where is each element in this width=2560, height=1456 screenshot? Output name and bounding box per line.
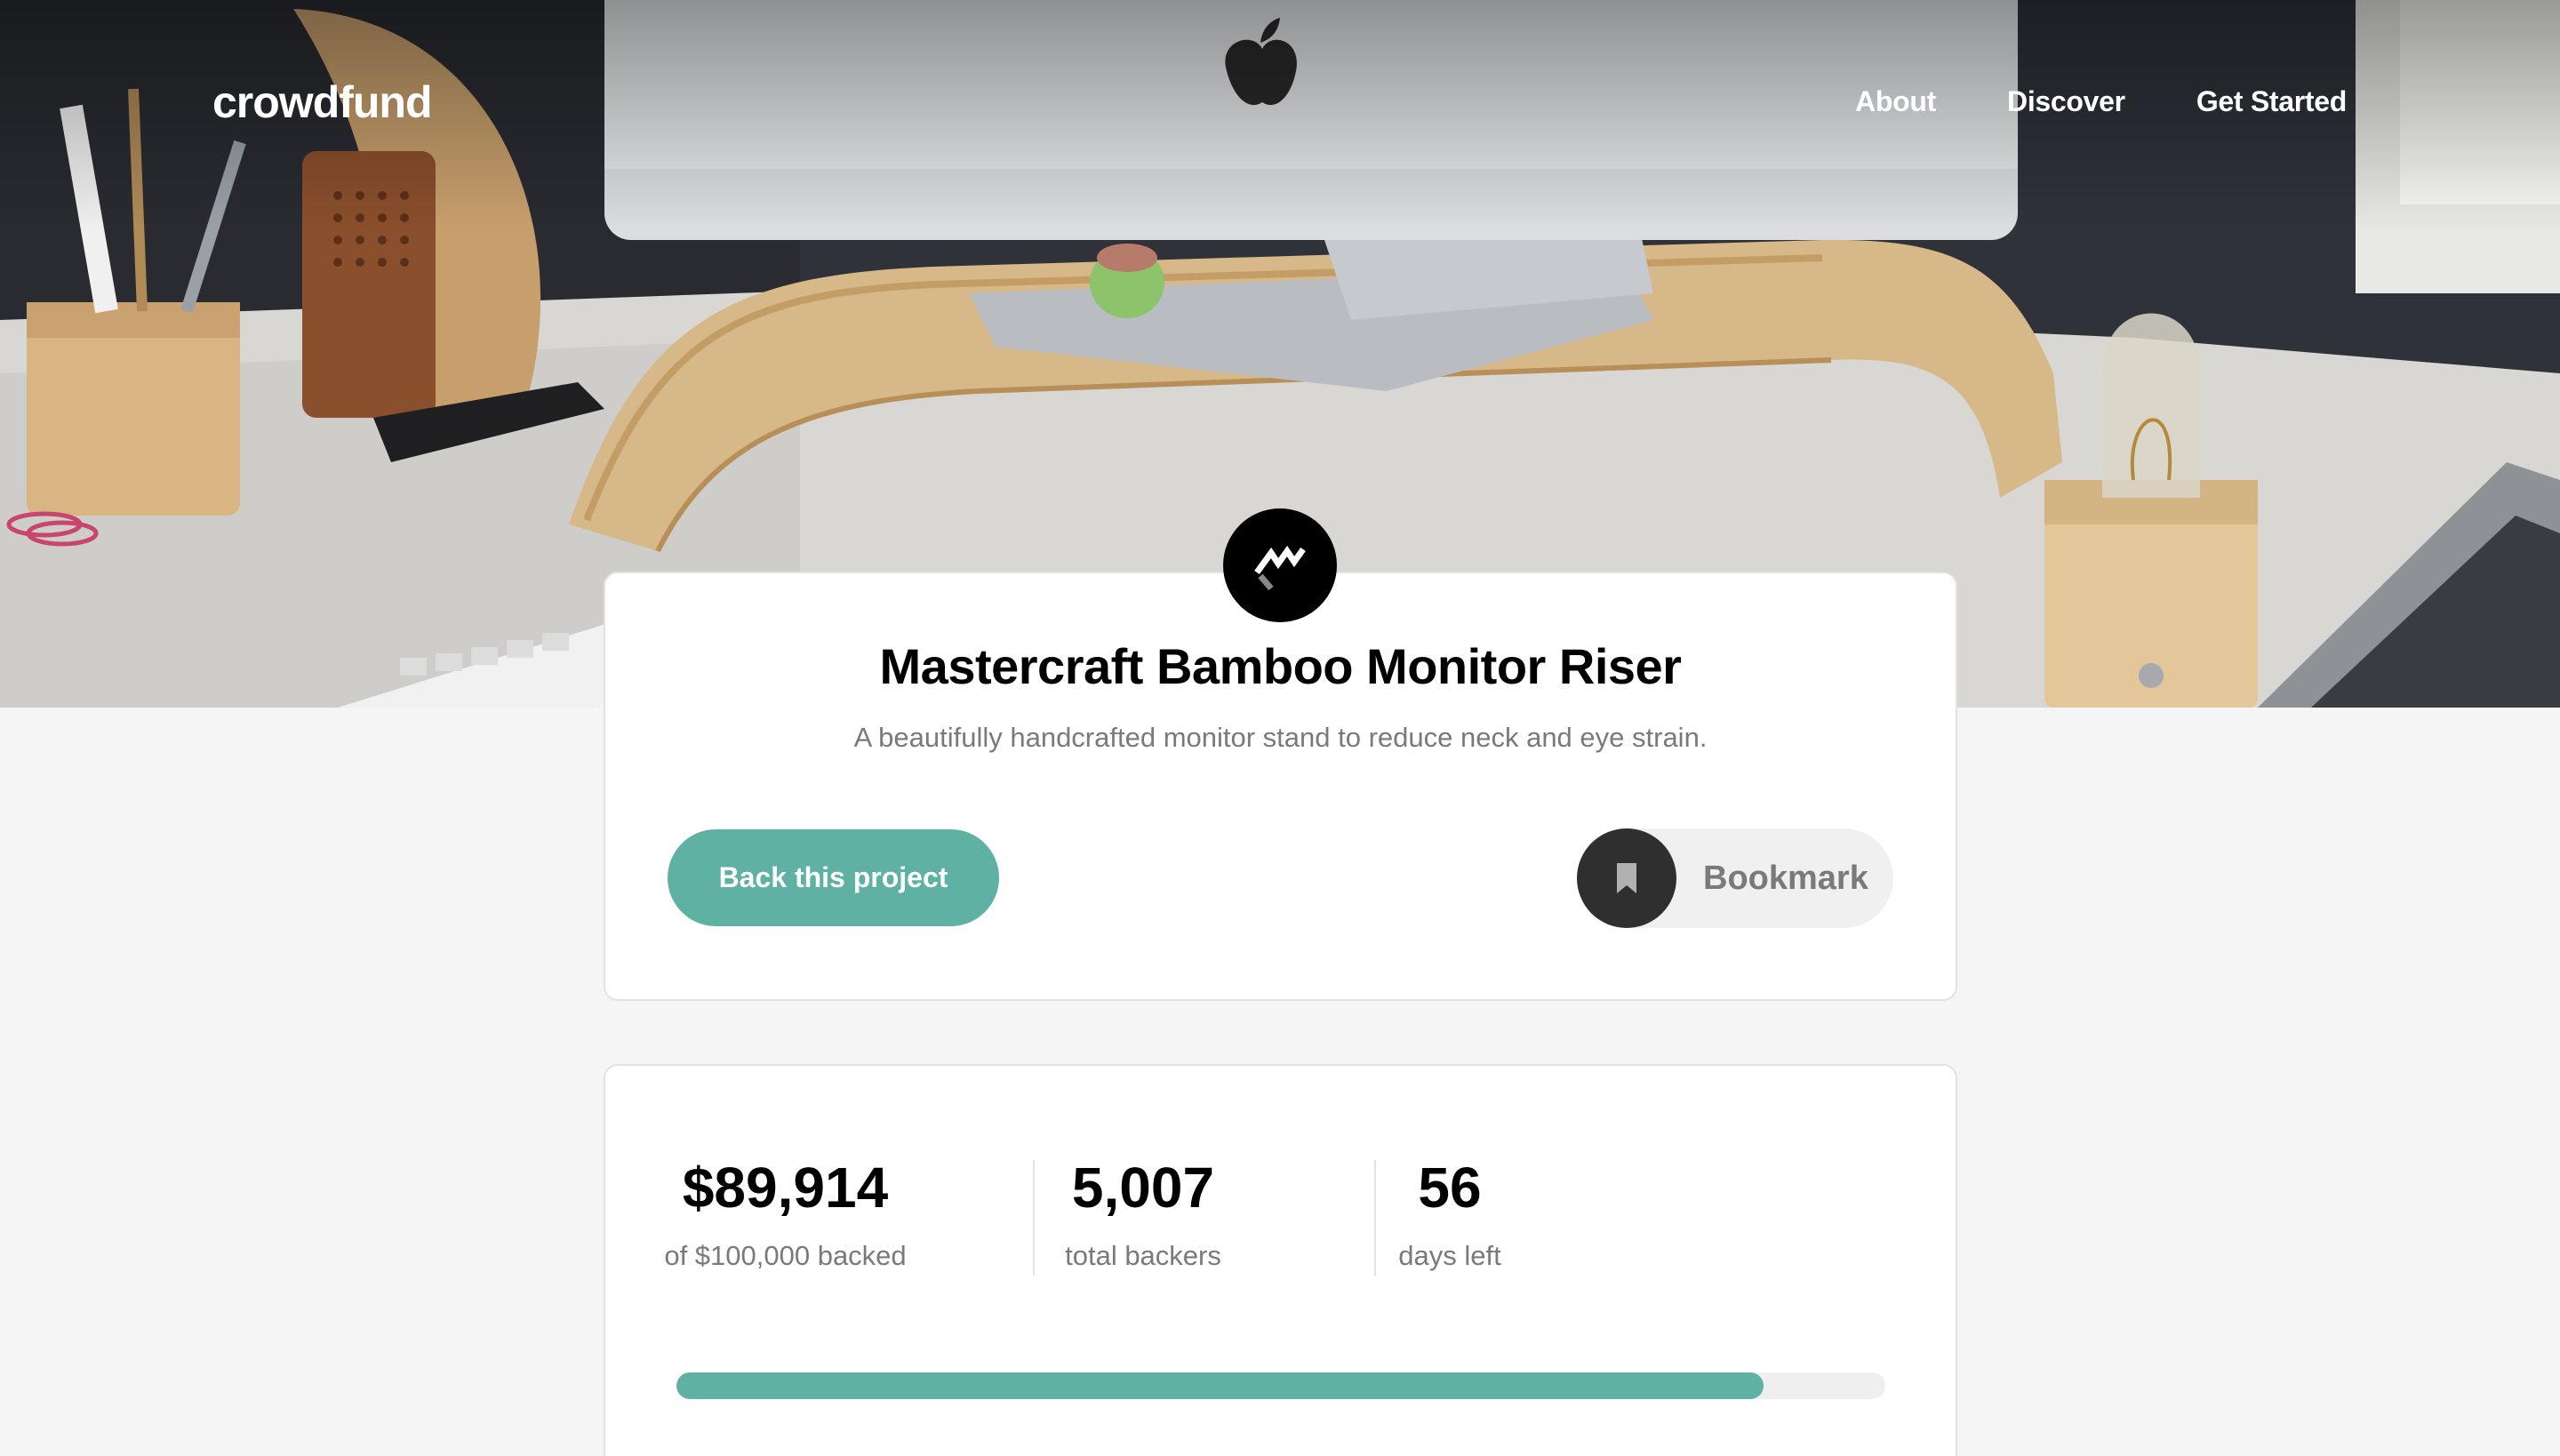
project-description: A beautifully handcrafted monitor stand … [853, 722, 1708, 753]
total-backers: 5,007 [1071, 1156, 1215, 1220]
stat-backers: 5,007 total backers [1050, 1155, 1236, 1272]
bookmark-button[interactable]: Bookmark [1577, 828, 1893, 928]
days-left-label: days left [1398, 1240, 1501, 1271]
project-title: Mastercraft Bamboo Monitor Riser [879, 638, 1682, 694]
nav-about[interactable]: About [1855, 85, 1936, 118]
days-left: 56 [1418, 1156, 1482, 1220]
amount-backed-label: of $100,000 backed [664, 1240, 907, 1271]
brand-logo[interactable]: crowdfund [212, 76, 433, 128]
funding-progress-bar [676, 1372, 1885, 1399]
bookmark-label: Bookmark [1703, 859, 1868, 897]
stats-divider [1033, 1160, 1035, 1276]
main-nav: About Discover Get Started [1855, 85, 2347, 118]
funding-progress-fill [676, 1372, 1764, 1399]
bookmark-icon-circle [1577, 828, 1676, 928]
stat-amount: $89,914 of $100,000 backed [659, 1155, 912, 1272]
nav-get-started[interactable]: Get Started [2196, 85, 2347, 118]
stats-divider [1374, 1160, 1376, 1276]
nav-discover[interactable]: Discover [2007, 85, 2125, 118]
mastercraft-logo-icon [1223, 508, 1337, 622]
mastercraft-logo-mark [1254, 545, 1306, 591]
bookmark-icon [1617, 863, 1636, 893]
amount-backed: $89,914 [682, 1156, 889, 1220]
project-intro-card: Mastercraft Bamboo Monitor Riser A beaut… [604, 572, 1957, 1001]
back-project-button[interactable]: Back this project [668, 829, 999, 926]
total-backers-label: total backers [1065, 1240, 1221, 1271]
project-stats-card: $89,914 of $100,000 backed 5,007 total b… [604, 1064, 1957, 1456]
stat-days: 56 days left [1388, 1155, 1512, 1272]
